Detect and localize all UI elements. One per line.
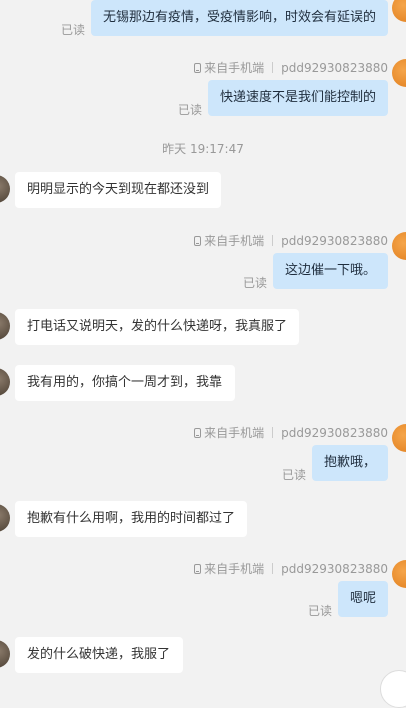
- agent-avatar: [392, 424, 406, 452]
- source-label: 来自手机端: [204, 426, 265, 440]
- message-bubble-outgoing: 快递速度不是我们能控制的: [208, 80, 388, 116]
- read-status: 已读: [308, 604, 333, 618]
- message-bubble-incoming: 发的什么破快递，我服了: [15, 637, 183, 673]
- phone-icon: [194, 236, 202, 246]
- source-label: 来自手机端: [204, 562, 265, 576]
- message-bubble-outgoing: 无锡那边有疫情，受疫情影响，时效会有延误的: [91, 0, 388, 36]
- phone-icon: [194, 428, 202, 438]
- read-status: 已读: [282, 468, 307, 482]
- scroll-to-bottom-button[interactable]: [380, 670, 406, 708]
- message-bubble-incoming: 抱歉有什么用啊，我用的时间都过了: [15, 501, 247, 537]
- agent-id: pdd92930823880: [281, 234, 388, 248]
- message-bubble-outgoing: 这边催一下哦。: [273, 253, 388, 289]
- message-meta: 来自手机端 pdd92930823880: [194, 424, 388, 441]
- agent-avatar: [392, 560, 406, 588]
- read-status: 已读: [61, 23, 86, 37]
- read-status: 已读: [243, 276, 268, 290]
- message-bubble-outgoing: 抱歉哦，: [312, 445, 388, 481]
- meta-divider: [272, 563, 274, 574]
- agent-id: pdd92930823880: [281, 562, 388, 576]
- customer-avatar: [0, 640, 10, 668]
- message-bubble-incoming: 明明显示的今天到现在都还没到: [15, 172, 221, 208]
- agent-id: pdd92930823880: [281, 61, 388, 75]
- source-label: 来自手机端: [204, 61, 265, 75]
- customer-avatar: [0, 312, 10, 340]
- agent-avatar: [392, 59, 406, 87]
- message-bubble-incoming: 打电话又说明天，发的什么快递呀，我真服了: [15, 309, 299, 345]
- source-label: 来自手机端: [204, 234, 265, 248]
- read-status: 已读: [178, 103, 203, 117]
- meta-divider: [272, 235, 274, 246]
- meta-divider: [272, 62, 274, 73]
- message-bubble-incoming: 我有用的，你搞个一周才到，我靠: [15, 365, 235, 401]
- phone-icon: [194, 564, 202, 574]
- timestamp-divider: 昨天 19:17:47: [162, 142, 244, 156]
- agent-id: pdd92930823880: [281, 426, 388, 440]
- meta-divider: [272, 427, 274, 438]
- phone-icon: [194, 63, 202, 73]
- message-meta: 来自手机端 pdd92930823880: [194, 560, 388, 577]
- agent-avatar: [392, 0, 406, 22]
- customer-avatar: [0, 504, 10, 532]
- customer-avatar: [0, 368, 10, 396]
- message-meta: 来自手机端 pdd92930823880: [194, 232, 388, 249]
- message-meta: 来自手机端 pdd92930823880: [194, 59, 388, 76]
- message-bubble-outgoing: 嗯呢: [338, 581, 388, 617]
- agent-avatar: [392, 232, 406, 260]
- customer-avatar: [0, 175, 10, 203]
